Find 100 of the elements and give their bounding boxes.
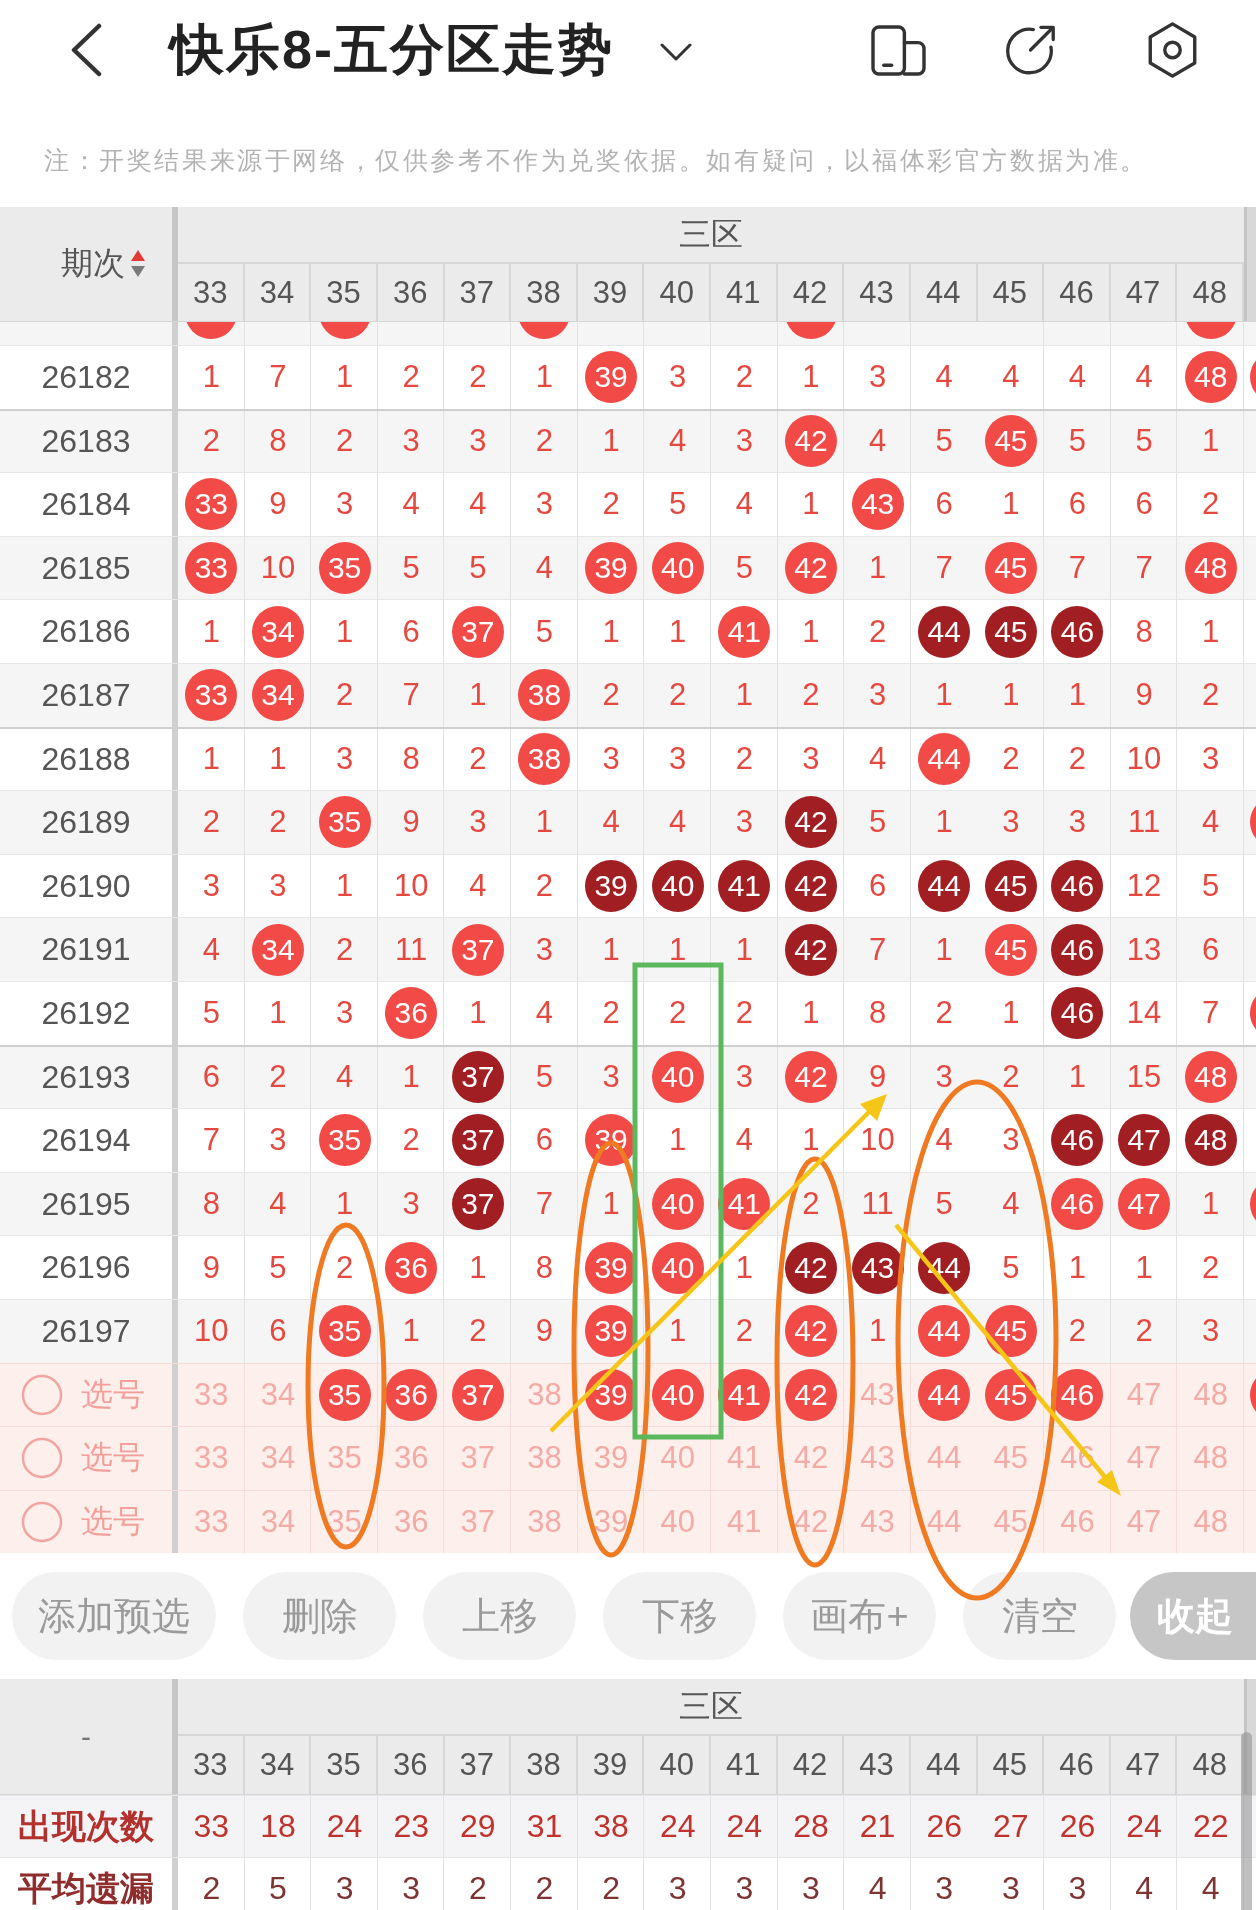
number-option[interactable]: 39 xyxy=(593,1440,629,1477)
radio-button[interactable] xyxy=(21,1501,63,1543)
number-ball: 39 xyxy=(585,351,638,404)
number-option[interactable]: 43 xyxy=(860,1440,895,1477)
omission-count: 9 xyxy=(535,1313,554,1350)
number-ball[interactable]: 37 xyxy=(451,1368,504,1421)
number-option[interactable]: 33 xyxy=(194,1504,229,1540)
number-option[interactable]: 48 xyxy=(1193,1504,1228,1540)
omission-count: 8 xyxy=(402,741,420,778)
number-option[interactable]: 37 xyxy=(460,1440,496,1477)
share-icon[interactable] xyxy=(1004,23,1057,77)
omission-count: 4 xyxy=(935,1122,953,1159)
number-option[interactable]: 38 xyxy=(527,1440,562,1477)
number-option[interactable]: 44 xyxy=(926,1504,962,1540)
number-option[interactable]: 34 xyxy=(260,1440,296,1477)
number-ball: 41 xyxy=(718,605,771,658)
number-ball: 46 xyxy=(1051,987,1104,1040)
number-option[interactable]: 41 xyxy=(727,1504,762,1540)
omission-count: 1 xyxy=(735,931,753,968)
scrollbar[interactable] xyxy=(1241,1732,1252,1910)
number-ball: 48 xyxy=(1184,351,1237,404)
caret-icon[interactable] xyxy=(660,43,692,61)
number-ball: 45 xyxy=(984,542,1037,595)
radio-button[interactable] xyxy=(21,1437,63,1480)
number-option[interactable]: 39 xyxy=(593,1504,629,1540)
number-ball[interactable]: 45 xyxy=(984,1368,1037,1421)
number-option[interactable]: 42 xyxy=(793,1440,829,1477)
number-option[interactable]: 36 xyxy=(393,1504,429,1540)
number-ball: 47 xyxy=(1118,1178,1171,1230)
issue-number: 26185 xyxy=(41,549,131,587)
omission-count: 1 xyxy=(802,613,820,650)
omission-count: 1 xyxy=(1002,486,1020,523)
number-option[interactable]: 35 xyxy=(327,1440,362,1477)
omission-count: 1 xyxy=(602,1186,620,1222)
action-button[interactable]: 下移 xyxy=(603,1572,756,1661)
number-option[interactable]: 47 xyxy=(1126,1376,1162,1413)
omission-count: 4 xyxy=(669,804,687,841)
back-icon[interactable] xyxy=(69,23,103,77)
devices-icon[interactable] xyxy=(871,24,926,76)
omission-count: 1 xyxy=(469,1249,487,1286)
number-ball: 34 xyxy=(251,923,304,976)
omission-count: 5 xyxy=(669,486,687,523)
radio-button[interactable] xyxy=(21,1373,63,1416)
number-option[interactable]: 34 xyxy=(260,1504,296,1540)
omission-count: 7 xyxy=(1135,550,1153,587)
number-option[interactable]: 41 xyxy=(727,1440,762,1477)
issue-number: 26196 xyxy=(41,1249,131,1287)
number-option[interactable]: 43 xyxy=(860,1376,895,1413)
number-option[interactable]: 43 xyxy=(860,1504,895,1540)
number-option[interactable]: 46 xyxy=(1060,1504,1095,1540)
number-ball[interactable]: 42 xyxy=(784,1368,837,1421)
number-ball[interactable]: 40 xyxy=(651,1368,704,1421)
number-option[interactable]: 34 xyxy=(260,1376,296,1413)
number-option[interactable]: 40 xyxy=(660,1504,695,1540)
average-omission: 3 xyxy=(735,1870,754,1908)
omission-count: 2 xyxy=(535,423,554,460)
number-option[interactable]: 47 xyxy=(1126,1504,1162,1540)
action-button[interactable]: 上移 xyxy=(423,1572,576,1661)
number-option[interactable]: 48 xyxy=(1193,1440,1228,1477)
action-button[interactable]: 添加预选 xyxy=(12,1572,216,1661)
number-option[interactable]: 47 xyxy=(1126,1440,1162,1477)
action-button[interactable]: 删除 xyxy=(243,1572,396,1661)
number-option[interactable]: 38 xyxy=(527,1504,562,1540)
issue-number: 26195 xyxy=(41,1185,131,1223)
number-option[interactable]: 40 xyxy=(660,1440,695,1477)
number-option[interactable]: 33 xyxy=(194,1376,229,1413)
omission-count: 3 xyxy=(269,1122,287,1159)
omission-count: 14 xyxy=(1126,995,1162,1032)
number-option[interactable]: 44 xyxy=(926,1440,962,1477)
number-option[interactable]: 37 xyxy=(460,1504,496,1540)
row-label: 选号 xyxy=(81,1374,145,1414)
omission-count: 1 xyxy=(669,931,687,968)
omission-count: 4 xyxy=(402,486,420,523)
number-option[interactable]: 35 xyxy=(327,1504,362,1540)
omission-count: 6 xyxy=(202,1059,220,1096)
number-ball: 41 xyxy=(718,860,771,913)
number-option[interactable]: 42 xyxy=(793,1504,829,1540)
collapse-button[interactable]: 收起 xyxy=(1130,1572,1256,1661)
omission-count: 3 xyxy=(1202,741,1220,778)
number-option[interactable]: 45 xyxy=(993,1440,1029,1477)
omission-count: 7 xyxy=(868,931,887,968)
omission-count: 2 xyxy=(1135,1313,1153,1350)
number-ball[interactable]: 36 xyxy=(385,1368,438,1421)
average-omission: 2 xyxy=(468,1870,487,1908)
number-ball[interactable]: 35 xyxy=(318,1368,371,1421)
number-ball[interactable]: 44 xyxy=(918,1368,971,1421)
omission-count: 2 xyxy=(202,423,220,460)
omission-count: 1 xyxy=(202,613,220,650)
number-option[interactable]: 36 xyxy=(393,1440,429,1477)
number-option[interactable]: 38 xyxy=(527,1376,562,1413)
number-option[interactable]: 33 xyxy=(194,1440,229,1477)
number-option[interactable]: 45 xyxy=(993,1504,1029,1540)
issue-number: 26192 xyxy=(41,994,131,1032)
issue-column-title[interactable]: 期次 xyxy=(61,242,125,286)
omission-count: 10 xyxy=(194,1313,229,1350)
omission-count: 3 xyxy=(868,677,887,714)
action-button[interactable]: 画布+ xyxy=(783,1572,936,1661)
action-button[interactable]: 清空 xyxy=(963,1572,1116,1661)
number-option[interactable]: 48 xyxy=(1193,1376,1228,1413)
omission-count: 1 xyxy=(802,995,820,1032)
